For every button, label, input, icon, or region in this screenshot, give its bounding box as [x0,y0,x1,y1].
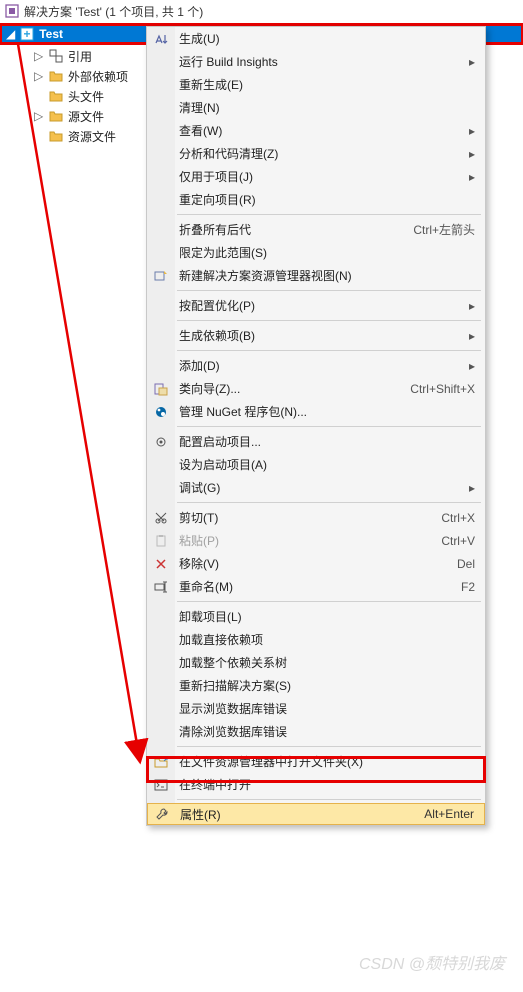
menu-properties[interactable]: 属性(R)Alt+Enter [147,803,485,825]
folder-icon [48,68,64,84]
menu-separator [177,426,481,427]
menu-show-db-errors[interactable]: 显示浏览数据库错误 [147,697,485,720]
menu-remove[interactable]: 移除(V)Del [147,552,485,575]
nuget-icon [152,403,170,421]
submenu-arrow-icon: ▸ [469,55,475,69]
menu-separator [177,350,481,351]
clipboard-icon [152,532,170,550]
submenu-arrow-icon: ▸ [469,124,475,138]
menu-separator [177,799,481,800]
terminal-icon [152,776,170,794]
menu-open-in-explorer[interactable]: 在文件资源管理器中打开文件夹(X) [147,750,485,773]
tree-label: 源文件 [68,108,104,125]
tree-label: 引用 [68,48,92,65]
open-folder-icon [152,753,170,771]
references-icon [48,48,64,64]
menu-collapse-all[interactable]: 折叠所有后代Ctrl+左箭头 [147,218,485,241]
menu-set-as-startup[interactable]: 设为启动项目(A) [147,453,485,476]
solution-icon [4,3,20,19]
menu-build-insights[interactable]: 运行 Build Insights▸ [147,50,485,73]
menu-class-wizard[interactable]: 类向导(Z)...Ctrl+Shift+X [147,377,485,400]
watermark: CSDN @颓特别我废 [359,950,505,974]
chevron-right-icon[interactable]: ▷ [34,69,44,83]
menu-unload[interactable]: 卸载项目(L) [147,605,485,628]
solution-title: 解决方案 'Test' (1 个项目, 共 1 个) [24,3,203,20]
menu-build[interactable]: 生成(U) [147,27,485,50]
folder-icon [48,108,64,124]
menu-load-direct-deps[interactable]: 加载直接依赖项 [147,628,485,651]
chevron-right-icon[interactable]: ▷ [34,49,44,63]
submenu-arrow-icon: ▸ [469,329,475,343]
gear-icon [152,433,170,451]
class-wizard-icon [152,380,170,398]
tree-label: 资源文件 [68,128,116,145]
menu-add[interactable]: 添加(D)▸ [147,354,485,377]
folder-icon [48,128,64,144]
menu-manage-nuget[interactable]: 管理 NuGet 程序包(N)... [147,400,485,423]
menu-separator [177,320,481,321]
menu-project-only[interactable]: 仅用于项目(J)▸ [147,165,485,188]
new-view-icon [152,267,170,285]
menu-separator [177,601,481,602]
menu-configure-startup[interactable]: 配置启动项目... [147,430,485,453]
wrench-icon [153,805,171,823]
menu-scope-to-this[interactable]: 限定为此范围(S) [147,241,485,264]
build-icon [152,30,170,48]
menu-open-in-terminal[interactable]: 在终端中打开 [147,773,485,796]
project-name: Test [39,27,63,41]
menu-analyze[interactable]: 分析和代码清理(Z)▸ [147,142,485,165]
tree-label: 头文件 [68,88,104,105]
menu-rescan[interactable]: 重新扫描解决方案(S) [147,674,485,697]
menu-build-deps[interactable]: 生成依赖项(B)▸ [147,324,485,347]
menu-optimize-config[interactable]: 按配置优化(P)▸ [147,294,485,317]
menu-clear-db-errors[interactable]: 清除浏览数据库错误 [147,720,485,743]
menu-load-all-deps[interactable]: 加载整个依赖关系树 [147,651,485,674]
menu-paste: 粘贴(P)Ctrl+V [147,529,485,552]
menu-debug[interactable]: 调试(G)▸ [147,476,485,499]
menu-retarget[interactable]: 重定向项目(R) [147,188,485,211]
chevron-right-icon[interactable]: ▷ [34,109,44,123]
menu-separator [177,746,481,747]
menu-rename[interactable]: 重命名(M)F2 [147,575,485,598]
project-context-menu: 生成(U) 运行 Build Insights▸ 重新生成(E) 清理(N) 查… [146,26,486,826]
menu-separator [177,214,481,215]
menu-rebuild[interactable]: 重新生成(E) [147,73,485,96]
rename-icon [152,578,170,596]
solution-title-row: 解决方案 'Test' (1 个项目, 共 1 个) [0,0,523,22]
chevron-down-icon[interactable]: ◢ [6,27,15,41]
submenu-arrow-icon: ▸ [469,170,475,184]
submenu-arrow-icon: ▸ [469,481,475,495]
submenu-arrow-icon: ▸ [469,299,475,313]
scissors-icon [152,509,170,527]
menu-clean[interactable]: 清理(N) [147,96,485,119]
menu-separator [177,290,481,291]
folder-icon [48,88,64,104]
menu-cut[interactable]: 剪切(T)Ctrl+X [147,506,485,529]
menu-separator [177,502,481,503]
delete-icon [152,555,170,573]
menu-new-explorer-view[interactable]: 新建解决方案资源管理器视图(N) [147,264,485,287]
menu-view[interactable]: 查看(W)▸ [147,119,485,142]
csharp-project-icon: + [19,26,35,42]
svg-text:+: + [24,27,31,41]
tree-label: 外部依赖项 [68,68,128,85]
submenu-arrow-icon: ▸ [469,147,475,161]
submenu-arrow-icon: ▸ [469,359,475,373]
